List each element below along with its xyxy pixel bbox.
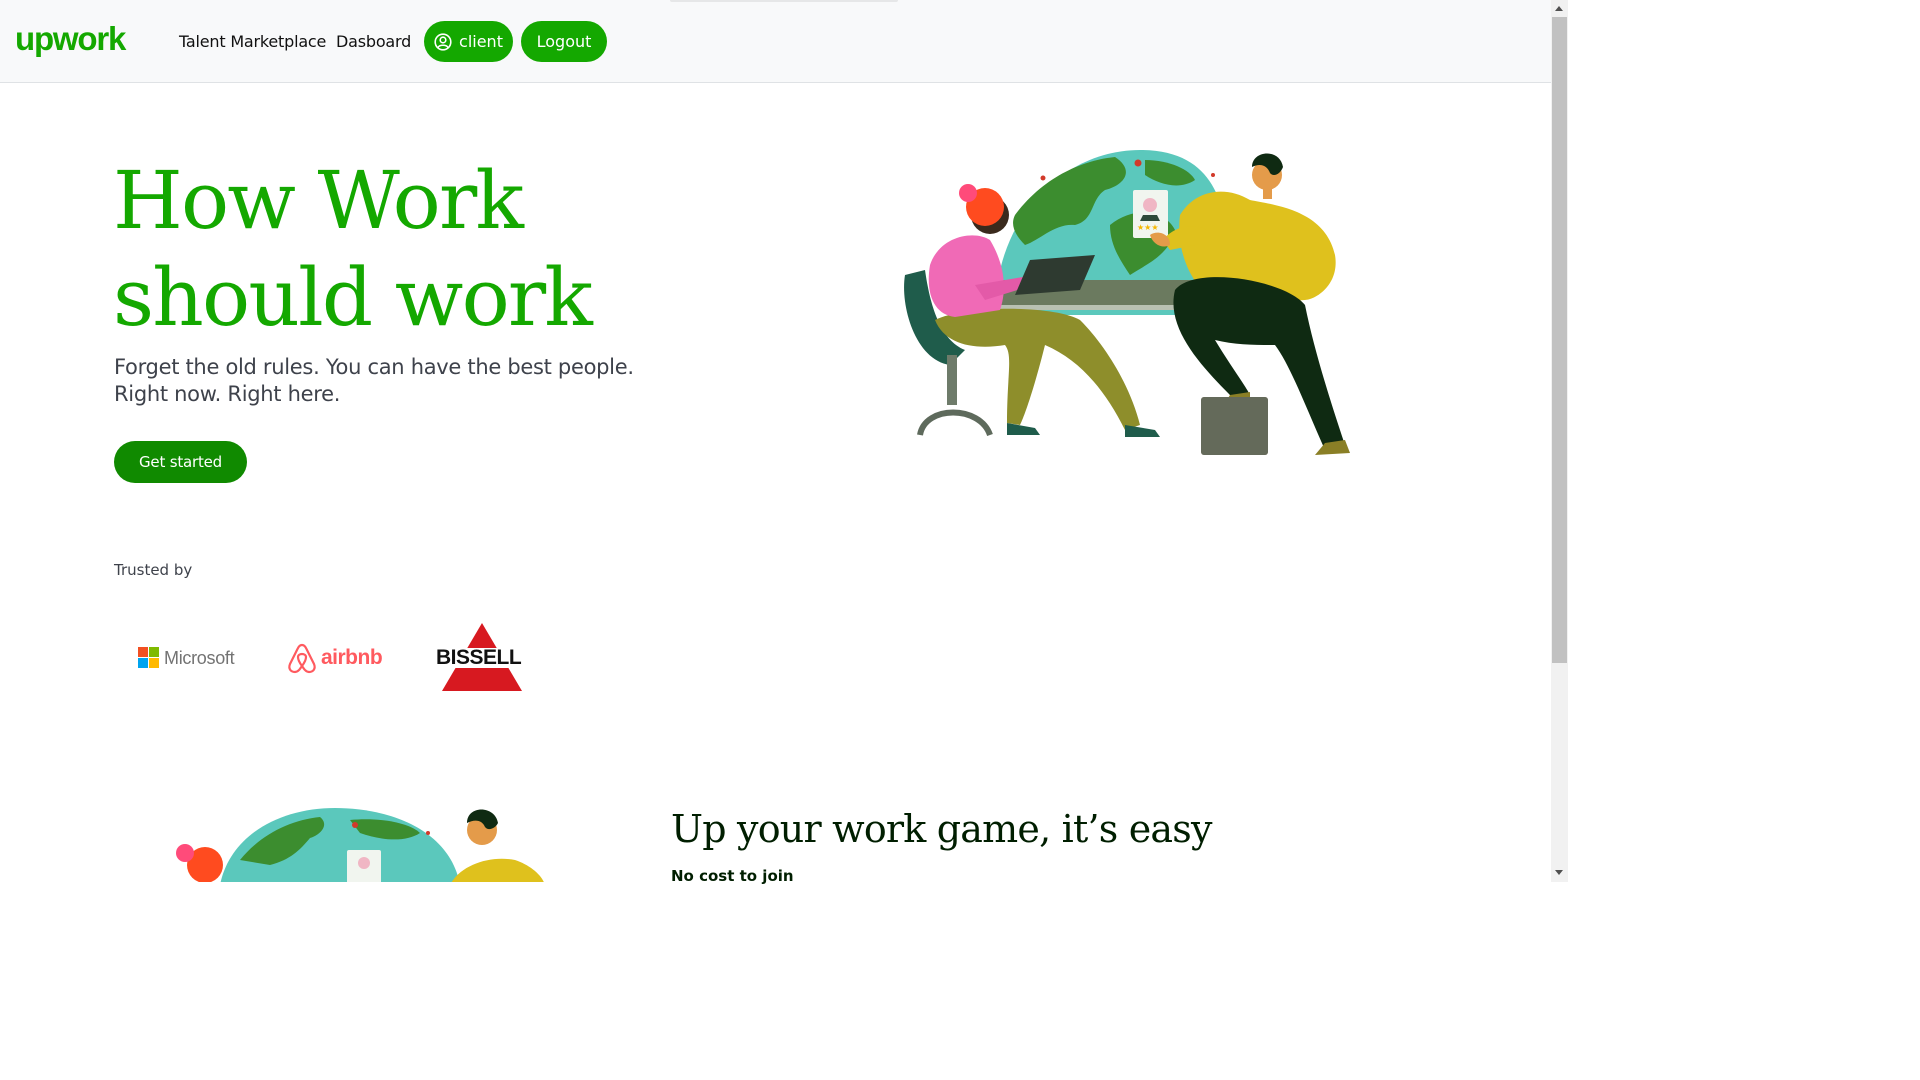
section-title: Up your work game, it’s easy: [671, 807, 1212, 851]
nav-dashboard[interactable]: Dasboard: [336, 32, 411, 51]
logout-button[interactable]: Logout: [521, 21, 607, 62]
hero-title-line2: should work: [113, 251, 593, 344]
svg-text:upwork: upwork: [15, 24, 127, 57]
airbnb-logo-icon: [288, 643, 316, 674]
airbnb-logo: airbnb: [287, 642, 383, 674]
microsoft-logo-icon: [138, 647, 159, 668]
hero-subtitle-line2: Right now. Right here.: [114, 382, 341, 406]
upwork-logo[interactable]: upwork: [15, 24, 141, 62]
top-navbar: upwork Talent Marketplace Dasboard clien…: [0, 0, 1551, 83]
hero-subtitle-line1: Forget the old rules. You can have the b…: [114, 355, 634, 379]
hero-illustration: ★★★: [904, 150, 1350, 455]
hero-title-line1: How Work: [113, 154, 524, 247]
bissell-logo: BISSELL: [435, 623, 538, 691]
trusted-by-label: Trusted by: [114, 561, 193, 579]
section-subtitle: No cost to join: [671, 867, 794, 885]
hero-subtitle: Forget the old rules. You can have the b…: [114, 354, 674, 408]
user-circle-icon: [434, 32, 452, 51]
get-started-button[interactable]: Get started: [114, 441, 247, 483]
microsoft-logo: Microsoft: [138, 647, 235, 669]
scrollbar-thumb[interactable]: [1552, 17, 1567, 663]
client-label: client: [459, 32, 503, 51]
microsoft-text: Microsoft: [164, 647, 235, 668]
svg-text:★★★: ★★★: [1137, 223, 1159, 232]
client-profile-button[interactable]: client: [424, 21, 513, 62]
window-tab-edge: [670, 0, 898, 2]
hero-title: How Work should work: [113, 152, 593, 346]
logout-label: Logout: [536, 32, 592, 51]
airbnb-text: airbnb: [321, 646, 383, 669]
scroll-up-arrow-icon[interactable]: [1555, 6, 1563, 11]
nav-talent-marketplace[interactable]: Talent Marketplace: [179, 32, 326, 51]
section-illustration: [176, 808, 544, 882]
bissell-text: BISSELL: [435, 647, 538, 668]
scroll-down-arrow-icon[interactable]: [1555, 870, 1563, 875]
